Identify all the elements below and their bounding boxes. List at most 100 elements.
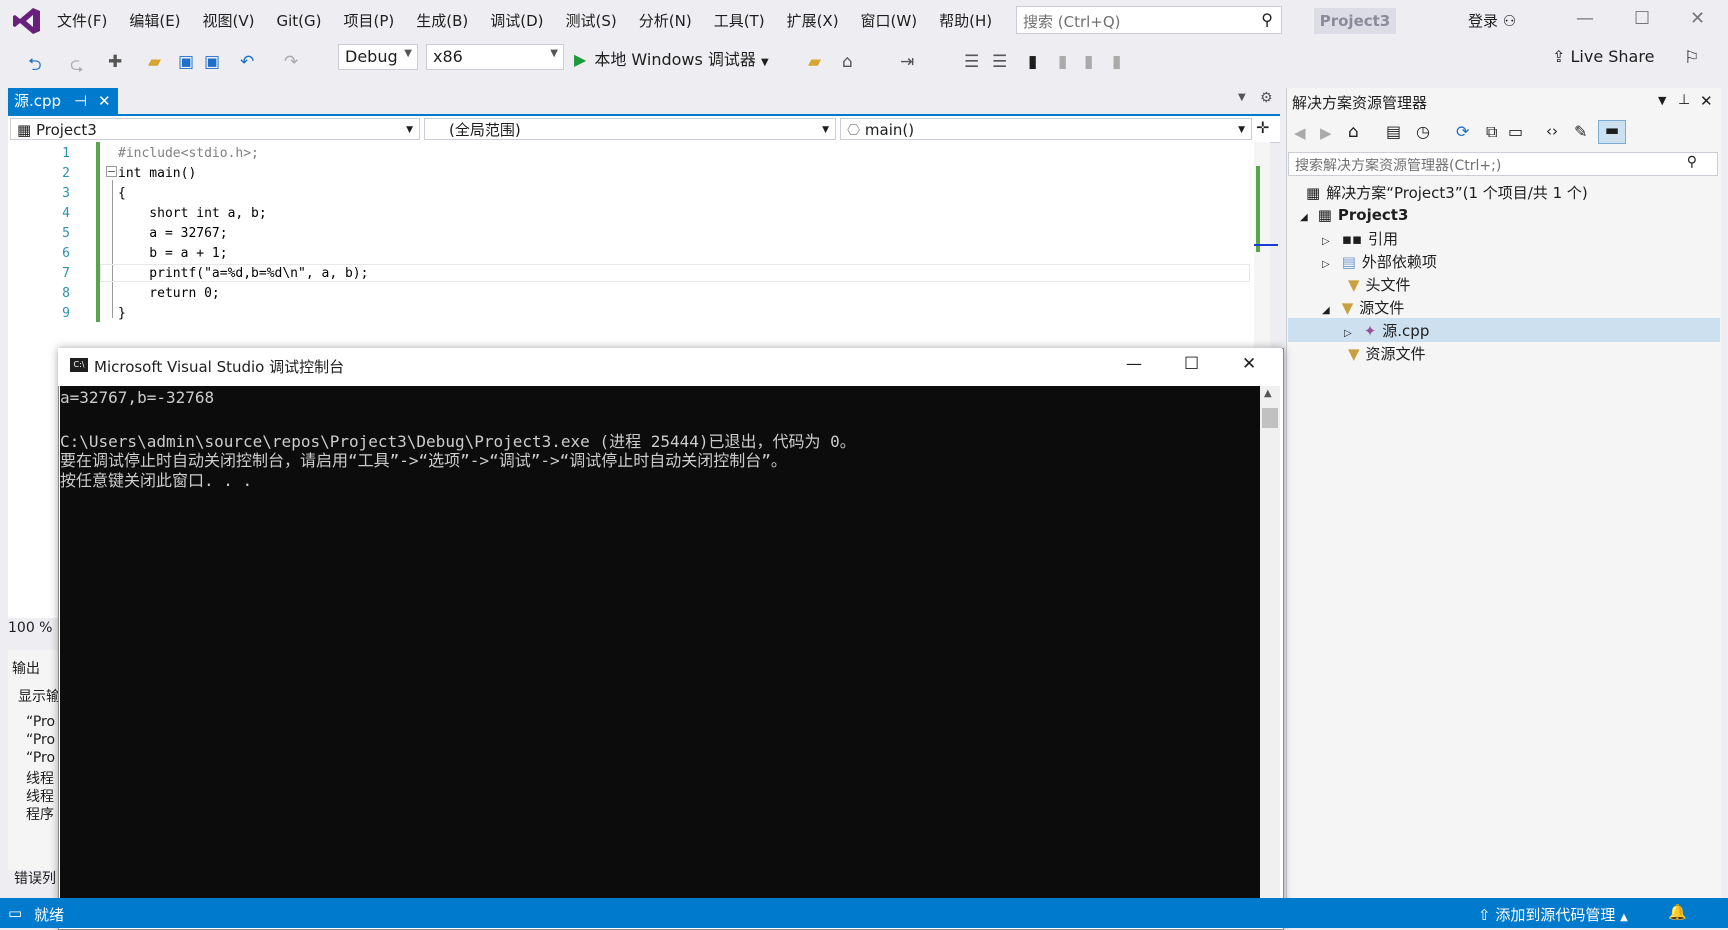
nav-func-select[interactable]: ⎔ main() ▼ — [840, 118, 1252, 140]
menu-extensions[interactable]: 扩展(X) — [776, 10, 850, 32]
tree-project[interactable]: ◢ ▦ Project3 — [1300, 206, 1408, 224]
preview-icon[interactable]: ▬ — [1598, 120, 1626, 144]
home-window-icon[interactable]: ⌂ — [842, 52, 853, 72]
line-number: 5 — [62, 226, 70, 241]
tab-source-cpp[interactable]: 源.cpp ⊣ ✕ — [8, 88, 118, 114]
tree-external-deps[interactable]: ▷ ▤ 外部依赖项 — [1322, 251, 1437, 272]
new-project-icon[interactable]: ✚ — [108, 52, 122, 72]
menu-build[interactable]: 生成(B) — [405, 10, 479, 32]
undo-icon[interactable]: ↶ — [240, 52, 254, 72]
bookmark-icon[interactable]: ▮ — [1028, 52, 1037, 72]
tree-source-cpp[interactable]: ▷ ✦ 源.cpp — [1344, 320, 1429, 341]
notifications-icon[interactable]: 🔔 — [1668, 903, 1687, 921]
maximize-button[interactable]: ☐ — [1634, 8, 1650, 29]
toolbar — [0, 42, 1728, 86]
menu-project[interactable]: 项目(P) — [333, 10, 406, 32]
menu-tools[interactable]: 工具(T) — [703, 10, 776, 32]
split-editor-icon[interactable]: ✛ — [1256, 118, 1269, 137]
collapse-toggle-icon[interactable]: − — [106, 166, 117, 177]
forward-icon[interactable]: ▶ — [1320, 124, 1332, 142]
code-line: int main() — [118, 166, 197, 181]
console-scrollbar[interactable] — [1260, 386, 1280, 928]
tree-source-files[interactable]: ◢ ▼ 源文件 — [1322, 297, 1404, 318]
status-ready: 就绪 — [34, 906, 65, 924]
code-line: a = 32767; — [118, 226, 228, 241]
config-value: Debug — [345, 47, 398, 66]
sync-icon[interactable]: ⟳ — [1456, 122, 1469, 141]
open-folder-icon[interactable]: ▰ — [148, 52, 161, 72]
close-panel-icon[interactable]: ✕ — [1700, 92, 1713, 110]
menu-view[interactable]: 视图(V) — [192, 10, 266, 32]
outdent-icon[interactable]: ☰ — [992, 52, 1007, 72]
start-debugging-button[interactable]: ▶ 本地 Windows 调试器 ▼ — [574, 46, 769, 70]
line-number: 7 — [62, 266, 70, 281]
pin-icon[interactable]: ⊣ — [74, 88, 87, 114]
person-add-icon: ⚇ — [1502, 12, 1517, 30]
output-line: 程序 — [26, 807, 54, 823]
solution-search-input[interactable]: 搜索解决方案资源管理器(Ctrl+;) ⚲ — [1288, 152, 1718, 176]
step-icon[interactable]: ⇥ — [900, 52, 914, 72]
pin-icon[interactable]: ⊥ — [1678, 92, 1690, 108]
tree-header-files[interactable]: ▼ 头文件 — [1348, 274, 1411, 295]
tree-references[interactable]: ▷ ▪▪ 引用 — [1322, 228, 1398, 249]
next-bookmark-icon[interactable]: ▮ — [1084, 52, 1093, 72]
properties-icon[interactable]: ✎ — [1574, 122, 1587, 141]
scroll-up-icon[interactable]: ▲ — [1264, 388, 1272, 399]
show-all-files-icon[interactable]: ▭ — [1508, 122, 1523, 141]
close-tab-icon[interactable]: ✕ — [98, 88, 111, 114]
back-icon[interactable]: ◀ — [1294, 124, 1306, 142]
forward-arrow-icon[interactable]: ⮎ — [70, 52, 84, 81]
save-icon[interactable]: ▣ — [178, 52, 194, 72]
clear-bookmark-icon[interactable]: ▮ — [1112, 52, 1121, 72]
gear-icon[interactable]: ⚙ — [1260, 90, 1273, 106]
save-all-icon[interactable]: ▣ — [204, 52, 220, 72]
feedback-icon[interactable]: ⚐ — [1684, 48, 1699, 68]
home-icon[interactable]: ⌂ — [1348, 122, 1359, 142]
chevron-down-icon[interactable]: ▼ — [1658, 94, 1666, 107]
back-arrow-icon[interactable]: ⮌ — [28, 52, 42, 81]
menu-help[interactable]: 帮助(H) — [928, 10, 1003, 32]
search-input[interactable]: 搜索 (Ctrl+Q) ⚲ — [1016, 6, 1282, 34]
nav-scope-select[interactable]: (全局范围) ▼ — [424, 118, 836, 140]
tree-resource-files[interactable]: ▼ 资源文件 — [1348, 343, 1426, 364]
tree-solution[interactable]: ▦ 解决方案“Project3”(1 个项目/共 1 个) — [1306, 182, 1588, 203]
chevron-down-icon: ▼ — [761, 57, 769, 68]
zoom-level[interactable]: 100 % — [8, 620, 58, 640]
collapse-all-icon[interactable]: ⧉ — [1486, 122, 1497, 142]
tab-strip — [8, 88, 1280, 116]
menu-analyze[interactable]: 分析(N) — [628, 10, 703, 32]
redo-icon[interactable]: ↷ — [284, 52, 298, 72]
nav-project-select[interactable]: ▦ Project3 ▼ — [10, 118, 420, 140]
code-line: b = a + 1; — [118, 246, 228, 261]
line-number: 9 — [62, 306, 70, 321]
view-code-icon[interactable]: ‹› — [1546, 122, 1558, 140]
console-scroll-thumb[interactable] — [1262, 408, 1278, 428]
console-close-button[interactable]: ✕ — [1242, 354, 1256, 374]
source-control-button[interactable]: ⇧ 添加到源代码管理 ▲ — [1478, 904, 1628, 925]
prev-bookmark-icon[interactable]: ▮ — [1058, 52, 1067, 72]
minimize-button[interactable]: — — [1576, 8, 1594, 29]
live-share-button[interactable]: ⇪ Live Share — [1552, 47, 1654, 66]
indent-icon[interactable]: ☰ — [964, 52, 979, 72]
login-button[interactable]: 登录 ⚇ — [1468, 10, 1516, 31]
console-maximize-button[interactable]: ☐ — [1184, 354, 1199, 374]
code-line: printf("a=%d,b=%d\n", a, b); — [118, 266, 369, 281]
console-minimize-button[interactable]: — — [1126, 354, 1142, 373]
tab-overflow-icon[interactable]: ▼ — [1238, 92, 1246, 103]
error-list-tab[interactable]: 错误列 — [14, 868, 56, 888]
menu-debug[interactable]: 调试(D) — [479, 10, 554, 32]
menu-file[interactable]: 文件(F) — [46, 10, 118, 32]
menu-window[interactable]: 窗口(W) — [850, 10, 929, 32]
browse-folder-icon[interactable]: ▰ — [808, 52, 821, 72]
menu-test[interactable]: 测试(S) — [555, 10, 628, 32]
history-icon[interactable]: ◷ — [1416, 122, 1430, 141]
close-button[interactable]: ✕ — [1690, 8, 1705, 29]
output-line: “Pro — [26, 750, 56, 766]
menu-git[interactable]: Git(G) — [266, 10, 333, 32]
menu-edit[interactable]: 编辑(E) — [118, 10, 191, 32]
switch-views-icon[interactable]: ▤ — [1386, 122, 1401, 141]
config-select[interactable]: Debug ▼ — [338, 44, 418, 70]
platform-select[interactable]: x86 ▼ — [426, 44, 564, 70]
chevron-down-icon: ▼ — [822, 125, 829, 135]
project-icon: ▦ — [1317, 206, 1332, 224]
